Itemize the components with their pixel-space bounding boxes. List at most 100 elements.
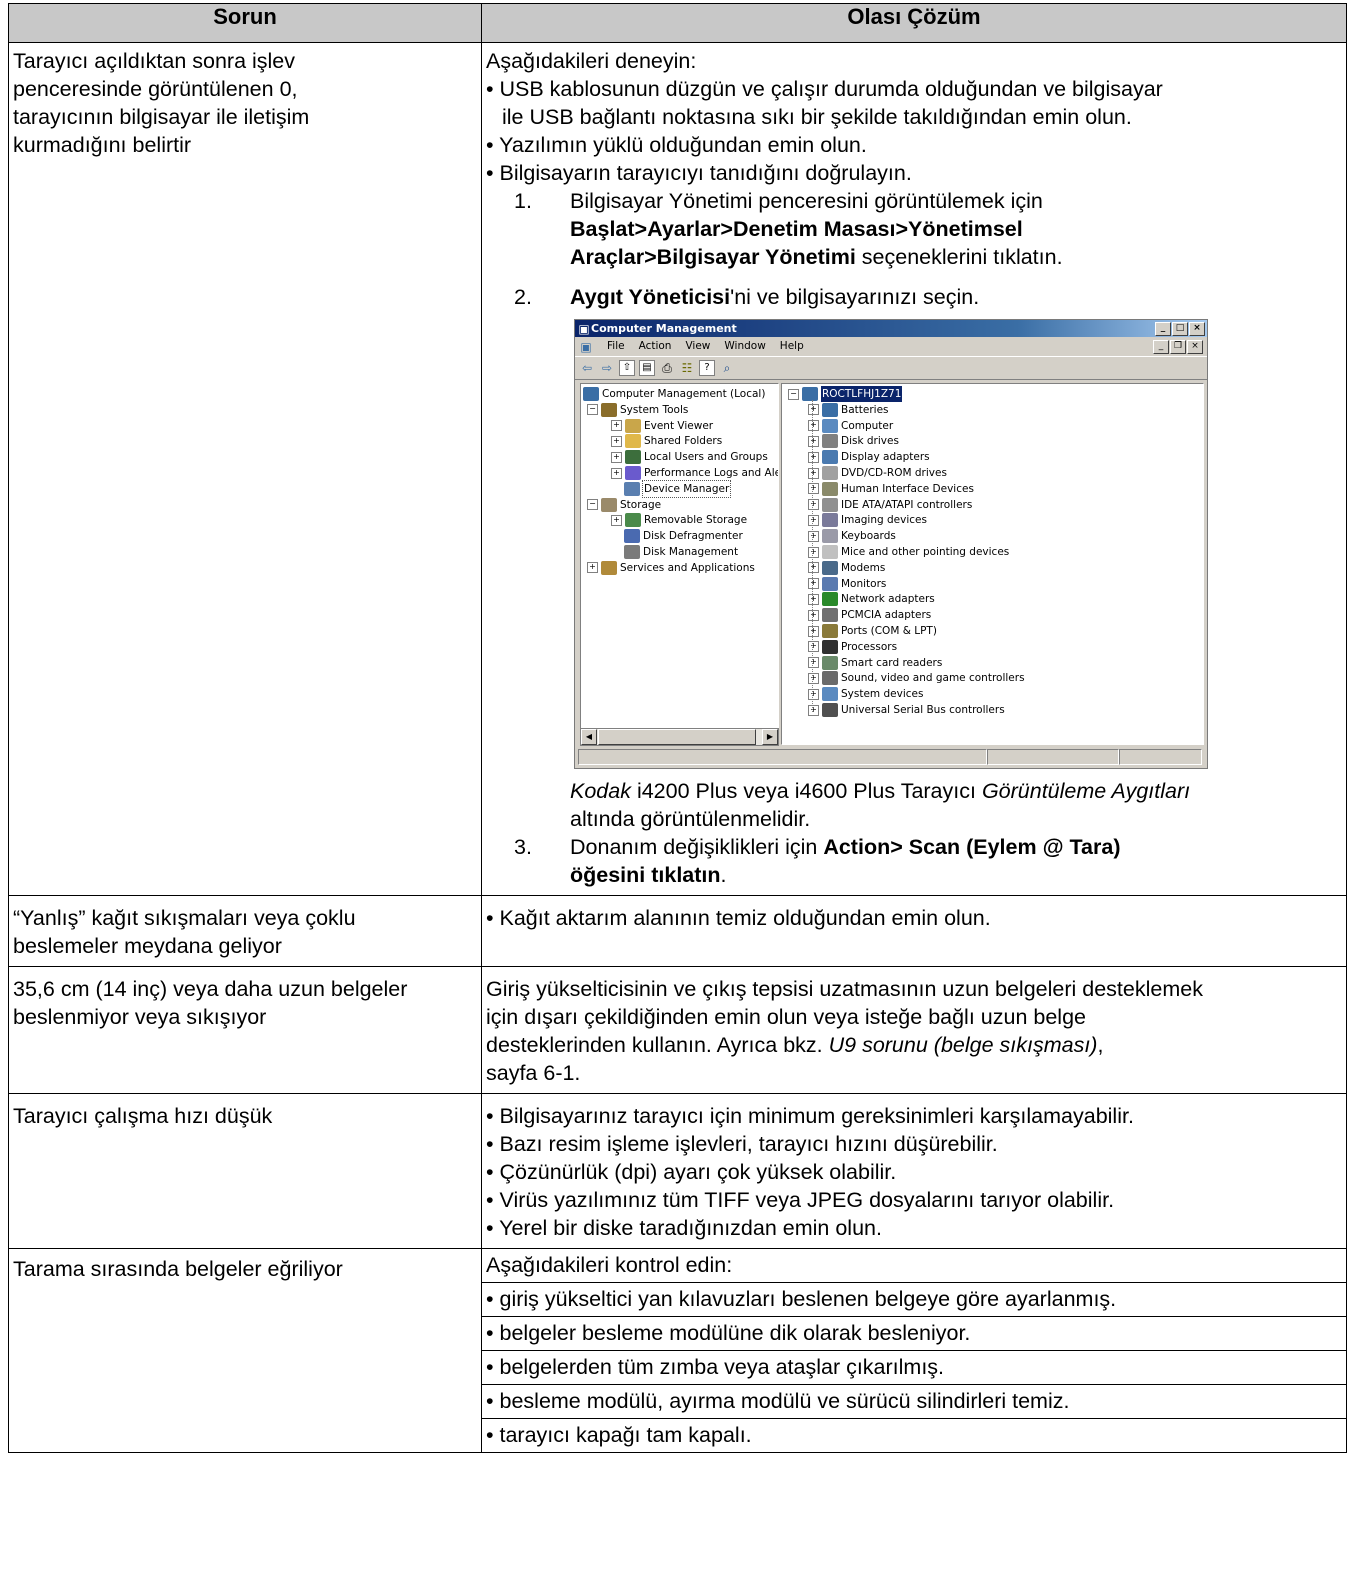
expand-icon[interactable]: + (808, 657, 819, 669)
tree-item-label: Keyboards (841, 530, 896, 543)
mdi-restore-button[interactable]: ❐ (1170, 339, 1186, 354)
expand-icon[interactable]: + (808, 435, 819, 447)
expand-icon[interactable]: + (611, 467, 622, 479)
tree-item[interactable]: + Disk drives (808, 433, 899, 449)
expand-icon[interactable]: + (611, 435, 622, 447)
tree-item[interactable]: + Smart card readers (808, 655, 942, 671)
expand-icon[interactable]: + (808, 672, 819, 684)
tree-item[interactable]: Disk Defragmenter (624, 528, 743, 544)
tree-item[interactable]: + Shared Folders (611, 433, 722, 449)
horizontal-scrollbar[interactable]: ◀ ▶ (580, 728, 779, 746)
expand-icon[interactable]: + (808, 704, 819, 716)
tree-item[interactable]: + Ports (COM & LPT) (808, 623, 937, 639)
tree-item[interactable]: + Network adapters (808, 591, 935, 607)
menu-window[interactable]: Window (724, 340, 765, 353)
collapse-icon[interactable]: − (587, 499, 598, 511)
solution-line: sayfa 6-1. (486, 1061, 581, 1085)
collapse-icon[interactable]: − (587, 404, 598, 416)
tree-item[interactable]: + Imaging devices (808, 512, 927, 528)
tree-item[interactable]: + DVD/CD-ROM drives (808, 465, 947, 481)
mdi-close-button[interactable]: × (1187, 339, 1203, 354)
maximize-button[interactable]: □ (1172, 321, 1188, 336)
close-button[interactable]: × (1189, 321, 1205, 336)
expand-icon[interactable]: + (808, 420, 819, 432)
menu-view[interactable]: View (685, 340, 710, 353)
menu-action[interactable]: Action (639, 340, 672, 353)
scan-hardware-icon[interactable]: ⌕ (719, 360, 735, 376)
tree-item[interactable]: + Computer (808, 418, 893, 434)
solution-line: , (1097, 1033, 1104, 1057)
table-row: 35,6 cm (14 inç) veya daha uzun belgeler… (8, 966, 1347, 1094)
tree-item[interactable]: + IDE ATA/ATAPI controllers (808, 497, 972, 513)
expand-icon[interactable]: + (808, 467, 819, 479)
tree-item[interactable]: + Modems (808, 560, 885, 576)
expand-icon[interactable]: + (587, 562, 598, 574)
tree-item[interactable]: + Human Interface Devices (808, 481, 974, 497)
tree-item[interactable]: + Universal Serial Bus controllers (808, 702, 1005, 718)
expand-icon[interactable]: + (808, 625, 819, 637)
expand-icon[interactable]: + (808, 609, 819, 621)
tree-item[interactable]: − System Tools (587, 402, 688, 418)
tree-item[interactable]: + Display adapters (808, 449, 930, 465)
expand-icon[interactable]: + (611, 451, 622, 463)
device-icon (822, 703, 838, 717)
tree-item[interactable]: Device Manager (624, 479, 732, 498)
expand-icon[interactable]: + (808, 483, 819, 495)
expand-icon[interactable]: + (808, 562, 819, 574)
tree-item[interactable]: Computer Management (Local) (583, 386, 765, 402)
mdi-minimize-button[interactable]: _ (1153, 339, 1169, 354)
help-icon[interactable]: ? (699, 360, 715, 376)
tree-item-label: ROCTLFHJ1Z71 (821, 386, 903, 402)
problem-line: Tarayıcı açıldıktan sonra işlev (13, 49, 296, 73)
tree-item[interactable]: + Removable Storage (611, 512, 747, 528)
tree-item[interactable]: + System devices (808, 686, 923, 702)
expand-icon[interactable]: + (808, 593, 819, 605)
back-arrow-icon[interactable]: ⇦ (579, 360, 595, 376)
print-icon[interactable]: ⎙ (659, 360, 675, 376)
tree-item[interactable]: + Processors (808, 639, 897, 655)
minimize-button[interactable]: _ (1155, 321, 1171, 336)
bullet-line: • Yerel bir diske taradığınızdan emin ol… (486, 1216, 882, 1240)
expand-icon[interactable]: + (808, 688, 819, 700)
up-folder-icon[interactable]: ⇧ (619, 360, 635, 376)
collapse-icon[interactable]: − (788, 388, 799, 400)
tree-item[interactable]: + PCMCIA adapters (808, 607, 931, 623)
expand-icon[interactable]: + (808, 530, 819, 542)
menu-help[interactable]: Help (780, 340, 804, 353)
tree-item[interactable]: + Local Users and Groups (611, 449, 768, 465)
expand-icon[interactable]: + (808, 641, 819, 653)
tree-item-label: Human Interface Devices (841, 482, 974, 495)
forward-arrow-icon[interactable]: ⇨ (599, 360, 615, 376)
tree-item[interactable]: − ROCTLFHJ1Z71 (788, 386, 903, 402)
expand-icon[interactable]: + (611, 514, 622, 526)
expand-icon[interactable]: + (808, 499, 819, 511)
expand-icon[interactable]: + (611, 420, 622, 432)
show-hide-tree-icon[interactable]: ▤ (639, 360, 655, 376)
cross-reference-link[interactable]: U9 sorunu (belge sıkışması) (829, 1033, 1098, 1057)
expand-icon[interactable]: + (808, 578, 819, 590)
tree-item[interactable]: + Mice and other pointing devices (808, 544, 1009, 560)
step-text: Bilgisayar Yönetimi penceresini görüntül… (570, 189, 1043, 213)
tree-item[interactable]: + Event Viewer (611, 418, 713, 434)
tree-item[interactable]: Disk Management (624, 544, 738, 560)
scroll-thumb[interactable] (598, 729, 756, 745)
properties-icon[interactable]: ☷ (679, 360, 695, 376)
tree-item[interactable]: + Sound, video and game controllers (808, 670, 1025, 686)
expand-icon[interactable]: + (808, 514, 819, 526)
menu-file[interactable]: File (607, 340, 625, 353)
device-icon (822, 481, 838, 496)
tree-item-label: Mice and other pointing devices (841, 546, 1010, 558)
tree-item[interactable]: + Performance Logs and Alerts (611, 465, 778, 481)
expand-icon[interactable]: + (808, 451, 819, 463)
tree-item[interactable]: + Keyboards (808, 528, 896, 544)
scroll-left-icon[interactable]: ◀ (581, 729, 597, 745)
expand-icon[interactable]: + (808, 404, 819, 416)
tree-item[interactable]: + Monitors (808, 576, 886, 592)
tree-item[interactable]: + Services and Applications (587, 560, 755, 576)
bullet-line: • Kağıt aktarım alanının temiz olduğunda… (486, 906, 991, 930)
expand-icon[interactable]: + (808, 546, 819, 558)
tree-item[interactable]: − Storage (587, 497, 661, 513)
scroll-right-icon[interactable]: ▶ (762, 729, 778, 745)
bullet-line: • Çözünürlük (dpi) ayarı çok yüksek olab… (486, 1160, 897, 1184)
tree-item[interactable]: + Batteries (808, 402, 889, 418)
